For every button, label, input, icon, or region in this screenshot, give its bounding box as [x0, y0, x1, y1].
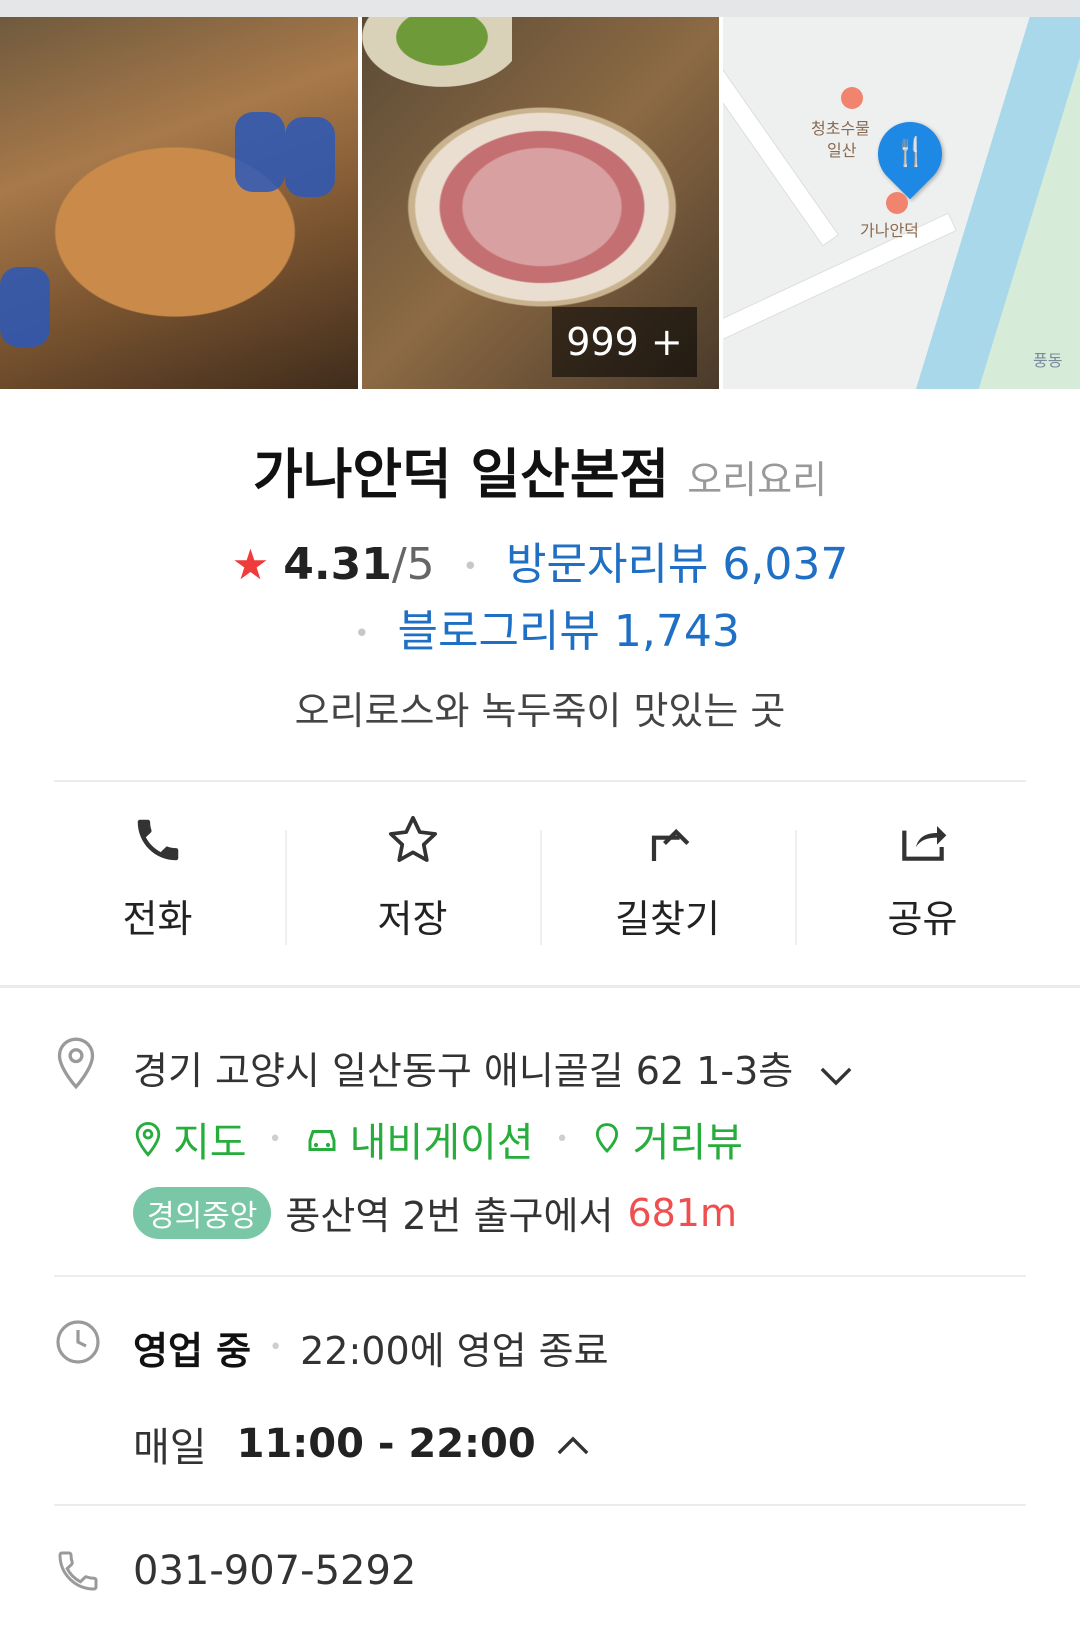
share-label: 공유	[887, 897, 958, 941]
car-icon	[308, 1130, 336, 1151]
directions-button[interactable]: 길찾기	[540, 810, 795, 950]
rating-max: /5	[391, 539, 435, 590]
clock-icon	[54, 1318, 102, 1370]
map-label: 풍동	[1033, 351, 1063, 370]
chair-shape	[235, 112, 285, 192]
place-description: 오리로스와 녹두죽이 맛있는 곳	[294, 689, 786, 733]
separator-dot: •	[555, 1126, 569, 1152]
separator-dot: •	[354, 619, 370, 649]
call-button[interactable]: 전화	[30, 810, 285, 950]
map-road	[723, 69, 840, 247]
chair-shape	[285, 117, 335, 197]
share-button[interactable]: 공유	[795, 810, 1050, 950]
address-text[interactable]: 경기 고양시 일산동구 애니골길 62 1-3층	[133, 1040, 853, 1096]
subway-info: 경의중앙 풍산역 2번 출구에서 681m	[133, 1185, 737, 1240]
map-label: 일산	[827, 141, 857, 160]
hours-range: 11:00 - 22:00	[236, 1421, 536, 1467]
action-bar: 전화 저장 길찾기 공유	[30, 810, 1050, 950]
rating-row: ★ 4.31/5 • 방문자리뷰 6,037	[0, 528, 1080, 592]
location-pin-outline-icon	[54, 1035, 98, 1095]
hours-day: 매일	[133, 1425, 207, 1471]
directions-icon	[638, 810, 698, 870]
map-link[interactable]: 지도	[133, 1110, 247, 1168]
map-thumbnail[interactable]: 청초수물 일산 🍴 가나안덕 풍동	[723, 17, 1080, 389]
side-dish-shape	[362, 17, 512, 87]
save-label: 저장	[377, 897, 448, 941]
closing-time-text: 22:00에 영업 종료	[300, 1329, 609, 1373]
status-strip	[0, 0, 1080, 17]
share-icon	[893, 810, 953, 870]
chevron-up-icon[interactable]	[556, 1421, 590, 1467]
address-value: 경기 고양시 일산동구 애니골길 62 1-3층	[133, 1049, 794, 1093]
rating-value: 4.31	[283, 539, 392, 590]
place-category: 오리요리	[687, 458, 828, 502]
divider	[54, 1504, 1026, 1506]
photo-count-badge[interactable]: 999 +	[552, 307, 697, 377]
street-view-link-label: 거리뷰	[632, 1120, 743, 1166]
separator-dot: •	[462, 552, 479, 582]
blog-row: • 블로그리뷰 1,743	[0, 595, 1080, 659]
location-links: 지도 • 내비게이션 • 거리뷰	[133, 1110, 743, 1168]
divider	[54, 780, 1026, 782]
chair-shape	[0, 267, 50, 347]
navigation-link-label: 내비게이션	[349, 1120, 534, 1166]
visitor-reviews-link[interactable]: 방문자리뷰 6,037	[506, 539, 848, 590]
daily-hours[interactable]: 매일 11:00 - 22:00	[133, 1415, 590, 1473]
duck-meat-photo[interactable]: 999 +	[362, 17, 719, 389]
map-label: 가나안덕	[860, 221, 919, 240]
star-outline-icon	[383, 810, 443, 870]
map-label: 청초수물	[811, 119, 870, 138]
restaurant-interior-photo[interactable]	[0, 17, 358, 389]
street-view-link[interactable]: 거리뷰	[591, 1110, 743, 1168]
station-distance: 681m	[627, 1190, 737, 1235]
restaurant-marker-icon	[841, 87, 863, 109]
open-status: 영업 중	[133, 1329, 252, 1373]
separator-dot: •	[268, 1126, 282, 1152]
blog-reviews-link[interactable]: 블로그리뷰 1,743	[397, 606, 739, 657]
street-view-icon	[595, 1123, 618, 1154]
business-status: 영업 중 • 22:00에 영업 종료	[133, 1320, 609, 1375]
photo-gallery: 999 + 청초수물 일산 🍴 가나안덕 풍동	[0, 17, 1080, 389]
section-divider	[0, 985, 1080, 988]
fork-knife-icon: 🍴	[893, 135, 928, 168]
place-name: 가나안덕 일산본점	[252, 443, 670, 506]
map-pin-icon	[135, 1121, 161, 1157]
divider	[54, 1275, 1026, 1277]
navigation-link[interactable]: 내비게이션	[304, 1110, 534, 1168]
subway-line-badge: 경의중앙	[133, 1186, 272, 1239]
chevron-down-icon[interactable]	[819, 1052, 853, 1096]
save-button[interactable]: 저장	[285, 810, 540, 950]
star-filled-icon: ★	[231, 540, 270, 589]
phone-outline-icon	[54, 1547, 102, 1599]
phone-number[interactable]: 031-907-5292	[133, 1548, 416, 1594]
map-link-label: 지도	[173, 1120, 247, 1166]
place-header: 가나안덕 일산본점 오리요리	[0, 430, 1080, 509]
phone-icon	[128, 810, 188, 870]
call-label: 전화	[122, 897, 193, 941]
map-road	[723, 212, 957, 342]
restaurant-marker-icon	[886, 192, 908, 214]
separator-dot: •	[269, 1335, 283, 1360]
directions-label: 길찾기	[615, 897, 720, 941]
station-text: 풍산역 2번 출구에서	[285, 1194, 614, 1238]
